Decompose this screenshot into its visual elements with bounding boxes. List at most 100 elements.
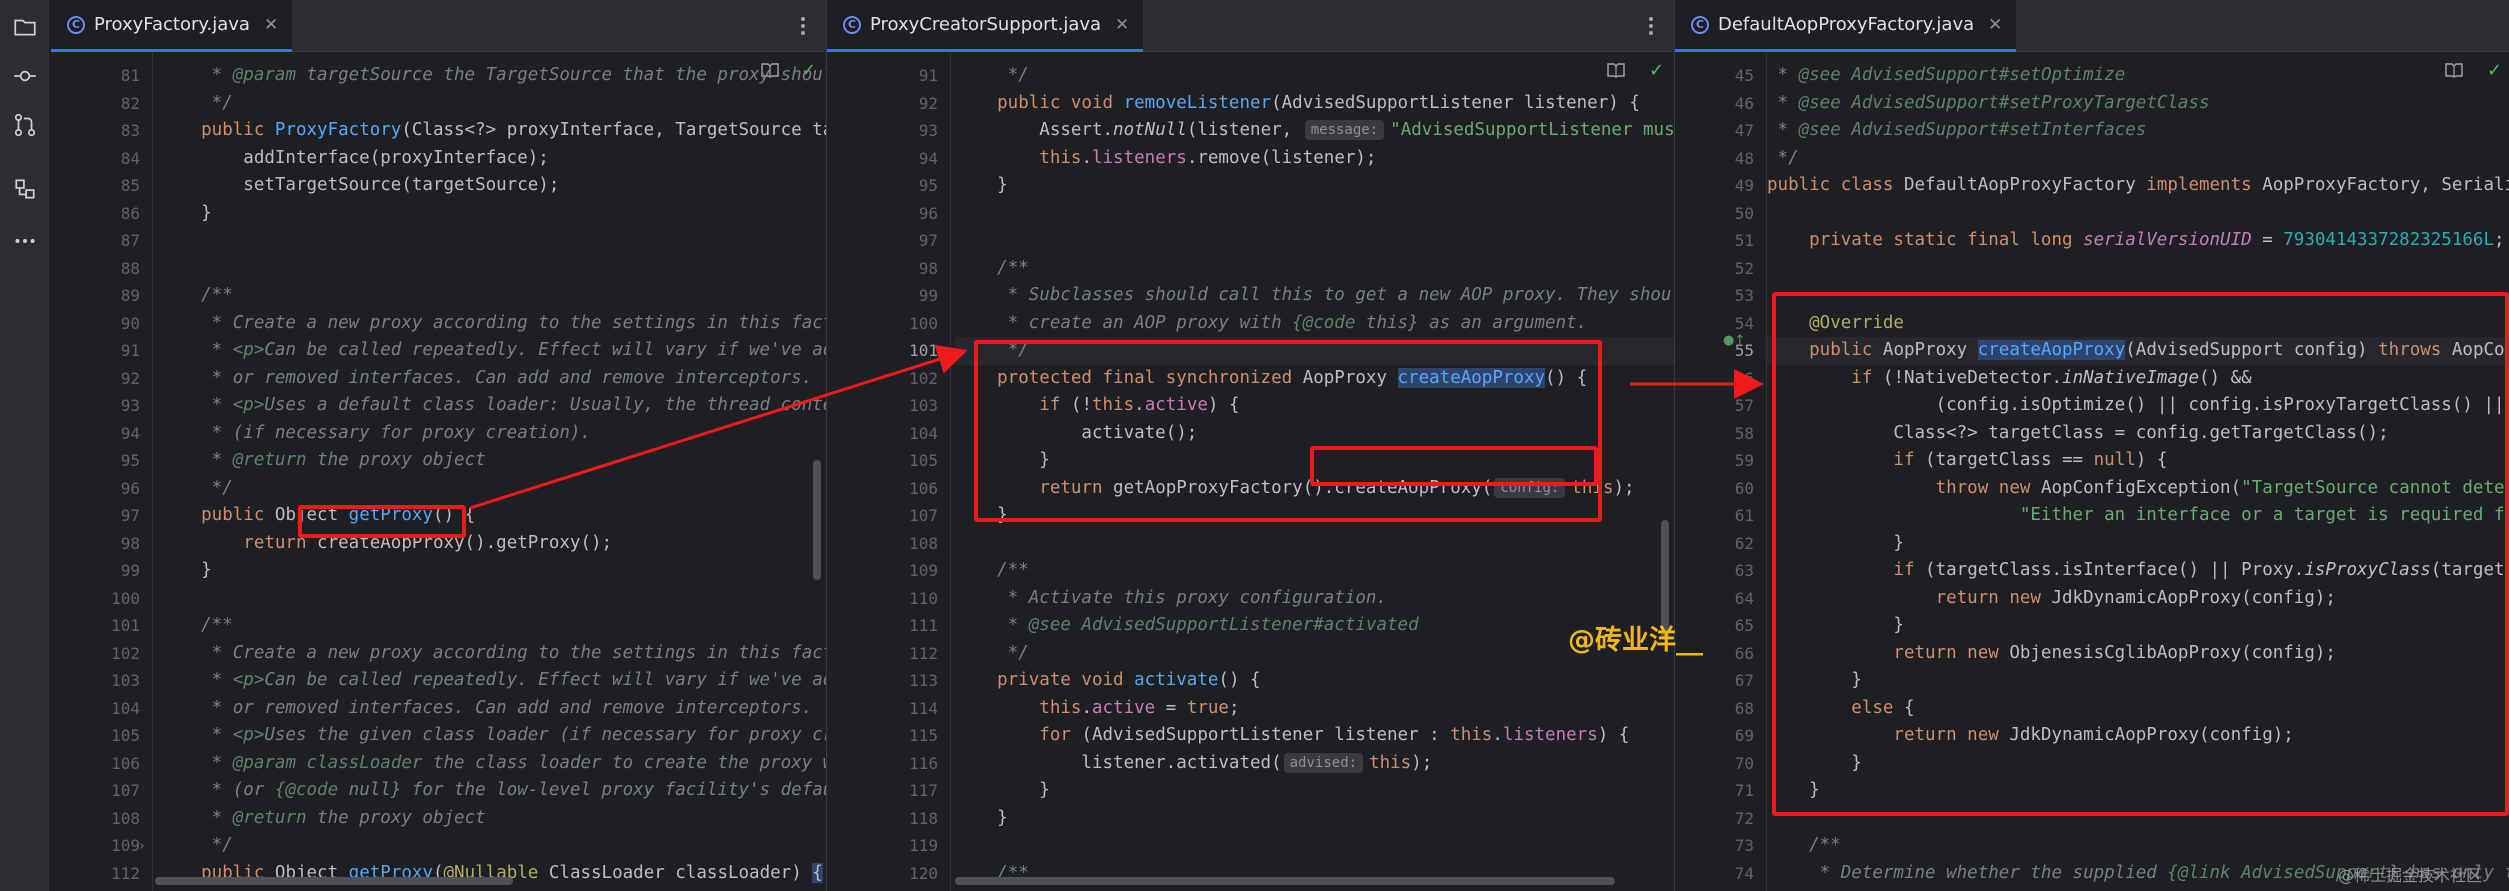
code-token: ; — [1228, 697, 1240, 718]
code-token: * or removed interfaces. Can add and rem… — [159, 367, 813, 388]
line-number: 118 — [909, 808, 938, 828]
code-area[interactable]: */ public void removeListener(AdvisedSup… — [955, 52, 1674, 891]
code-token: JdkDynamicAopProxy(config); — [2051, 587, 2336, 608]
code-line: setTargetSource(targetSource); — [159, 172, 559, 200]
code-token: this — [1369, 752, 1412, 773]
line-number: 97 — [918, 231, 938, 250]
code-token: Object — [274, 505, 349, 525]
code-line: * <p>Uses the given class loader (if nec… — [159, 722, 826, 750]
code-line: public void removeListener(AdvisedSuppor… — [955, 90, 1640, 118]
code-token: { — [812, 862, 823, 883]
code-token: the proxy object — [306, 807, 486, 828]
editor-tab-bar: C ProxyFactory.java ✕ — [51, 0, 826, 52]
code-line: private static final long serialVersionU… — [1767, 227, 2504, 255]
close-icon[interactable]: ✕ — [1988, 15, 2002, 35]
code-line: } — [955, 777, 1050, 805]
code-token: Can be called repeatedly. Effect will va… — [264, 670, 826, 690]
code-token: listeners — [1502, 725, 1598, 745]
tab-proxy-factory[interactable]: C ProxyFactory.java ✕ — [51, 0, 293, 52]
code-token: (!NativeDetector. — [1882, 367, 2063, 388]
line-number: 106 — [111, 753, 140, 773]
code-token: @see — [1798, 120, 1841, 140]
more-vertical-icon[interactable] — [796, 12, 810, 40]
code-line: if (!this.active) { — [955, 392, 1239, 420]
code-token: * (if necessary for proxy creation). — [159, 422, 591, 443]
close-icon[interactable]: ✕ — [1115, 15, 1129, 35]
code-token: this — [1571, 477, 1614, 498]
code-area[interactable]: * @param targetSource the TargetSource t… — [159, 52, 826, 891]
code-token: true — [1186, 697, 1229, 718]
code-token: */ — [159, 835, 233, 855]
line-number: 107 — [909, 506, 938, 525]
code-line: public ProxyFactory(Class<?> proxyInterf… — [159, 117, 826, 145]
code-token: public — [159, 120, 275, 140]
code-token: * — [159, 670, 233, 690]
line-number: 111 — [909, 616, 938, 635]
code-token: AdvisedSupportListener#activated — [1081, 615, 1419, 635]
code-token: .remove(listener); — [1186, 147, 1377, 168]
code-token: ProxyFactory — [274, 120, 402, 140]
code-token: the proxy object — [306, 450, 486, 470]
more-vertical-icon[interactable] — [1644, 12, 1658, 40]
vertical-scrollbar[interactable] — [813, 460, 821, 580]
commit-icon[interactable] — [10, 61, 40, 91]
line-number: 81 — [120, 66, 140, 85]
code-token: () { — [1545, 367, 1588, 388]
tab-default-aop-proxy-factory[interactable]: C DefaultAopProxyFactory.java ✕ — [1675, 0, 2017, 52]
folder-icon[interactable] — [10, 12, 40, 42]
code-line: * (if necessary for proxy creation). — [159, 420, 591, 448]
code-token: getAopProxyFactory().createAopProxy( — [1113, 477, 1493, 498]
code-token: AdvisedSupport#setProxyTargetClass — [1851, 92, 2210, 113]
code-token: Uses a default class loader: Usually, th… — [264, 395, 826, 415]
tab-label: ProxyCreatorSupport.java — [870, 14, 1102, 35]
close-icon[interactable]: ✕ — [264, 15, 278, 35]
code-token: * or removed interfaces. Can add and rem… — [159, 697, 813, 718]
tab-proxy-creator-support[interactable]: C ProxyCreatorSupport.java ✕ — [827, 0, 1144, 52]
line-number: 86 — [120, 203, 140, 223]
structure-icon[interactable] — [10, 174, 40, 204]
code-token: { — [1903, 697, 1915, 718]
horizontal-scrollbar[interactable] — [155, 877, 513, 885]
pull-request-icon[interactable] — [10, 110, 40, 140]
code-line: return createAopProxy().getProxy(); — [159, 530, 612, 558]
code-line: } — [159, 200, 212, 228]
code-area[interactable]: * @see AdvisedSupport#setOptimize * @see… — [1767, 52, 2509, 891]
line-number: 108 — [111, 808, 140, 828]
code-line: listener.activated(advised: this); — [955, 750, 1432, 778]
more-icon[interactable] — [10, 226, 40, 256]
line-number: 108 — [909, 533, 938, 553]
code-token: * — [159, 725, 233, 745]
line-number: 62 — [1734, 533, 1754, 553]
code-token: * — [159, 752, 233, 773]
activity-bar — [0, 0, 50, 891]
code-token: ObjenesisCglibAopProxy(config); — [2009, 642, 2336, 663]
code-token: if — [955, 395, 1071, 415]
code-token: (Class<?> proxyInterface, TargetSource t… — [401, 120, 826, 140]
code-token: * — [1767, 92, 1799, 113]
horizontal-scrollbar[interactable] — [955, 877, 1615, 885]
implements-method-icon[interactable]: ●↑ — [1723, 333, 1745, 348]
fold-icon[interactable]: › — [138, 839, 146, 854]
code-token: the class loader to create the proxy wit… — [422, 752, 826, 773]
code-line: */ — [159, 832, 233, 860]
code-line: return new ObjenesisCglibAopProxy(config… — [1767, 640, 2336, 668]
code-token: active — [1144, 395, 1208, 415]
code-token: <p> — [232, 670, 265, 690]
code-token: ); — [1411, 752, 1433, 773]
code-line: if (targetClass == null) { — [1767, 447, 2167, 475]
code-token: } — [955, 175, 1008, 195]
line-number: 68 — [1734, 698, 1754, 718]
code-token: } — [1767, 752, 1862, 773]
editor-tab-bar: C DefaultAopProxyFactory.java ✕ — [1675, 0, 2509, 52]
code-line: return getAopProxyFactory().createAopPro… — [955, 475, 1635, 503]
line-number: 92 — [918, 93, 938, 113]
code-line: addInterface(proxyInterface); — [159, 145, 549, 173]
code-token: * — [159, 340, 233, 360]
line-number: 90 — [120, 313, 140, 333]
line-number: 99 — [120, 561, 140, 580]
code-token: /** — [955, 257, 1029, 278]
code-line: * (or {@code null} for the low-level pro… — [159, 777, 826, 805]
